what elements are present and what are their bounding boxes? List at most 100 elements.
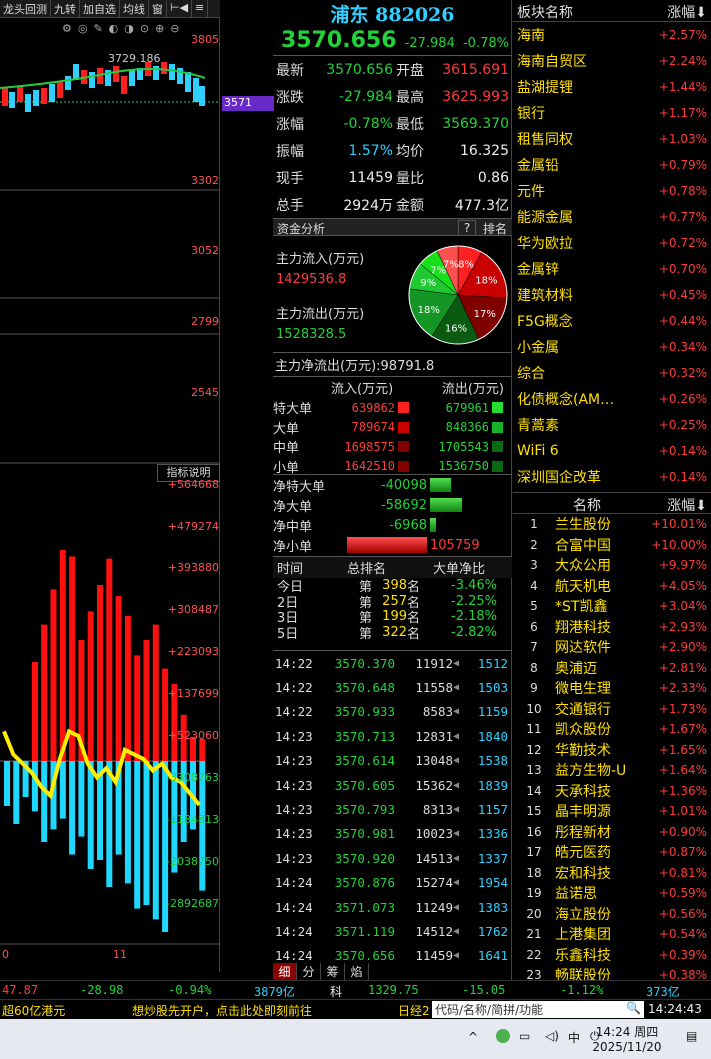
sector-name[interactable]: 金属锌 (517, 259, 559, 279)
network-icon[interactable]: ▭ (519, 1029, 530, 1043)
sector-row[interactable]: 小金属 +0.34% (513, 334, 711, 360)
sector-row[interactable]: 青蒿素 +0.25% (513, 412, 711, 438)
chevron-up-icon[interactable]: ^ (468, 1030, 478, 1044)
sector-row[interactable]: 能源金属 +0.77% (513, 204, 711, 230)
stock-name[interactable]: 天承科技 (555, 781, 645, 801)
stock-row[interactable]: 12 华勤技术 +1.65% (513, 740, 711, 761)
stock-row[interactable]: 4 航天机电 +4.05% (513, 576, 711, 597)
stock-row[interactable]: 20 海立股份 +0.56% (513, 904, 711, 925)
sector-name[interactable]: WiFi 6 (517, 443, 559, 459)
stock-row[interactable]: 22 乐鑫科技 +0.39% (513, 945, 711, 966)
stock-name[interactable]: 上港集团 (555, 924, 645, 944)
stock-row[interactable]: 8 奥浦迈 +2.81% (513, 658, 711, 679)
sector-row[interactable]: 深圳国企改革 +0.14% (513, 464, 711, 490)
stock-row[interactable]: 21 上港集团 +0.54% (513, 924, 711, 945)
menu-item-add-watchlist[interactable]: 加自选 (80, 0, 120, 17)
subtab[interactable]: 细 (273, 963, 297, 980)
stock-name[interactable]: 华勤技术 (555, 740, 645, 760)
stock-name[interactable]: 兰生股份 (555, 514, 645, 534)
sector-row[interactable]: 金属铅 +0.79% (513, 152, 711, 178)
stock-row[interactable]: 13 益方生物-U +1.64% (513, 760, 711, 781)
stock-row[interactable]: 19 益诺思 +0.59% (513, 883, 711, 904)
ticker-text-2[interactable]: 日经2 (398, 1002, 430, 1019)
sector-name[interactable]: 海南自贸区 (517, 51, 587, 71)
sector-row[interactable]: WiFi 6 +0.14% (513, 438, 711, 464)
menu-item-more[interactable]: ≡ (192, 0, 209, 17)
sector-row[interactable]: 综合 +0.32% (513, 360, 711, 386)
stock-name[interactable]: 奥浦迈 (555, 658, 645, 678)
stock-name[interactable]: 益方生物-U (555, 760, 645, 780)
sector-row[interactable]: 租售同权 +1.03% (513, 126, 711, 152)
menu-item-ma[interactable]: 均线 (120, 0, 149, 17)
stock-row[interactable]: 5 *ST凯鑫 +3.04% (513, 596, 711, 617)
sector-row[interactable]: 化债概念(AM… +0.26% (513, 386, 711, 412)
stock-name[interactable]: 皓元医药 (555, 842, 645, 862)
sector-row[interactable]: 建筑材料 +0.45% (513, 282, 711, 308)
sector-row[interactable]: 盐湖提锂 +1.44% (513, 74, 711, 100)
stock-name[interactable]: 交通银行 (555, 699, 645, 719)
sector-name[interactable]: 青蒿素 (517, 415, 559, 435)
speaker-icon[interactable]: ◁) (545, 1029, 559, 1043)
sector-name[interactable]: F5G概念 (517, 311, 573, 331)
stock-name[interactable]: 微电生理 (555, 678, 645, 698)
stock-row[interactable]: 10 交通银行 +1.73% (513, 699, 711, 720)
sector-row[interactable]: 金属锌 +0.70% (513, 256, 711, 282)
ad-link[interactable]: 想炒股先开户，点击此处即刻前往 (132, 1002, 312, 1019)
sector-row[interactable]: 华为欧拉 +0.72% (513, 230, 711, 256)
sector-name[interactable]: 深圳国企改革 (517, 467, 601, 487)
stock-row[interactable]: 3 大众公用 +9.97% (513, 555, 711, 576)
stock-row[interactable]: 9 微电生理 +2.33% (513, 678, 711, 699)
stock-name[interactable]: 网达软件 (555, 637, 645, 657)
sector-col-name[interactable]: 板块名称 (517, 2, 573, 21)
search-input[interactable]: 代码/名称/简拼/功能 🔍 (432, 1001, 644, 1018)
stock-row[interactable]: 18 宏和科技 +0.81% (513, 863, 711, 884)
sector-name[interactable]: 能源金属 (517, 207, 573, 227)
sector-name[interactable]: 华为欧拉 (517, 233, 573, 253)
stock-name[interactable]: 晶丰明源 (555, 801, 645, 821)
sector-name[interactable]: 化债概念(AM… (517, 389, 614, 409)
sector-row[interactable]: 海南自贸区 +2.24% (513, 48, 711, 74)
menu-item-leader-backtest[interactable]: 龙头回测 (0, 0, 51, 17)
stock-name[interactable]: 宏和科技 (555, 863, 645, 883)
subtab[interactable]: 焰 (345, 963, 369, 980)
stock-name[interactable]: 航天机电 (555, 576, 645, 596)
stock-row[interactable]: 1 兰生股份 +10.01% (513, 514, 711, 535)
sector-name[interactable]: 元件 (517, 181, 545, 201)
stock-name[interactable]: 彤程新材 (555, 822, 645, 842)
sector-name[interactable]: 海南 (517, 25, 545, 45)
stock-row[interactable]: 16 彤程新材 +0.90% (513, 822, 711, 843)
ime-indicator[interactable]: 中 (568, 1029, 580, 1046)
sector-row[interactable]: 元件 +0.78% (513, 178, 711, 204)
sector-name[interactable]: 小金属 (517, 337, 559, 357)
search-icon[interactable]: 🔍 (626, 1001, 641, 1015)
help-button[interactable]: ? (458, 220, 476, 236)
subtab[interactable]: 分 (297, 963, 321, 980)
stock-name[interactable]: 合富中国 (555, 535, 645, 555)
stock-row[interactable]: 11 凯众股份 +1.67% (513, 719, 711, 740)
stock-row[interactable]: 15 晶丰明源 +1.01% (513, 801, 711, 822)
stock-name[interactable]: 大众公用 (555, 555, 645, 575)
sort-down-icon[interactable]: ⬇ (695, 5, 707, 21)
sector-name[interactable]: 金属铅 (517, 155, 559, 175)
stock-col-name[interactable]: 名称 (573, 495, 601, 514)
stock-name[interactable]: 益诺思 (555, 883, 645, 903)
app-tray-icon[interactable] (496, 1029, 510, 1043)
subtab[interactable]: 筹 (321, 963, 345, 980)
stock-row[interactable]: 6 翔港科技 +2.93% (513, 617, 711, 638)
stock-name[interactable]: 翔港科技 (555, 617, 645, 637)
taskbar-time[interactable]: 14:24 周四 (592, 1023, 662, 1040)
stock-row[interactable]: 17 皓元医药 +0.87% (513, 842, 711, 863)
ticker-text[interactable]: 超60亿港元 (2, 1002, 65, 1019)
stock-col-pct[interactable]: 涨幅 (667, 498, 695, 514)
sector-name[interactable]: 建筑材料 (517, 285, 573, 305)
stock-row[interactable]: 14 天承科技 +1.36% (513, 781, 711, 802)
stock-name[interactable]: 凯众股份 (555, 719, 645, 739)
stock-row[interactable]: 2 合富中国 +10.00% (513, 535, 711, 556)
taskbar-date[interactable]: 2025/11/20 (592, 1040, 662, 1054)
menu-item-nine-turn[interactable]: 九转 (51, 0, 80, 17)
stock-name[interactable]: *ST凯鑫 (555, 596, 645, 616)
stock-name[interactable]: 海立股份 (555, 904, 645, 924)
menu-item-nav[interactable]: ⊢◀ (167, 0, 193, 17)
sector-name[interactable]: 租售同权 (517, 129, 573, 149)
sector-row[interactable]: 海南 +2.57% (513, 22, 711, 48)
